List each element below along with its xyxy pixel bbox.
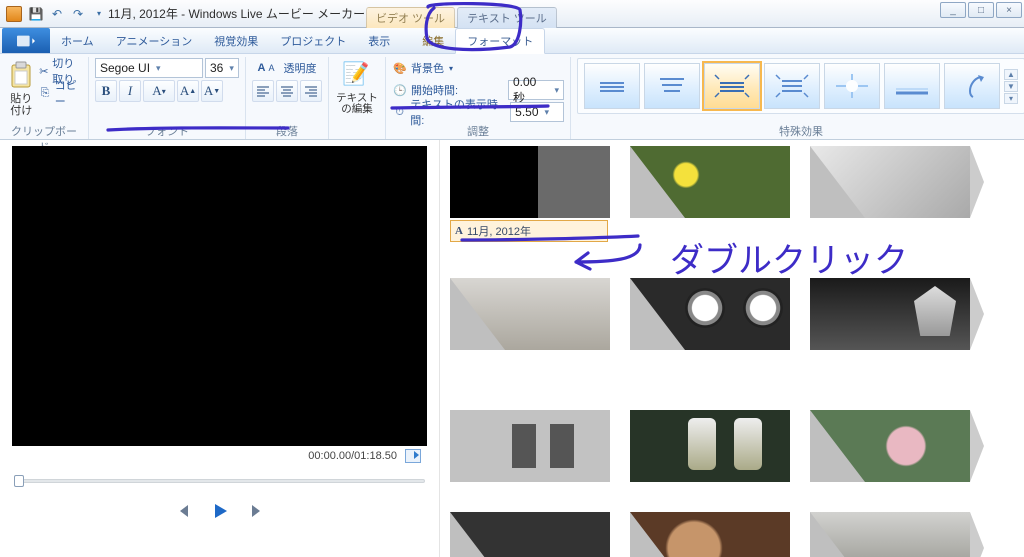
tab-visual[interactable]: 視覚効果 <box>203 28 269 53</box>
clip-7[interactable] <box>630 410 790 482</box>
maximize-button[interactable]: □ <box>968 2 994 18</box>
font-size-combo[interactable]: 36▾ <box>205 58 239 78</box>
contextual-tab-video-tools[interactable]: ビデオ ツール <box>366 7 455 28</box>
tab-home[interactable]: ホーム <box>50 28 105 53</box>
clip-5[interactable] <box>810 278 970 350</box>
preview-pane: 00:00.00/01:18.50 <box>0 140 440 557</box>
group-font: Segoe UI▾ 36▾ B I A▾ A▲ A▼ フォント <box>89 57 246 139</box>
gallery-scroll[interactable]: ▲▼▾ <box>1004 69 1018 104</box>
clip-4[interactable] <box>630 278 790 350</box>
file-tab[interactable] <box>2 28 50 53</box>
ribbon: 貼り 付け ✂切り取り ⎘コピー クリップボード Segoe UI▾ 36▾ B… <box>0 54 1024 140</box>
group-label-effects: 特殊効果 <box>577 123 1024 139</box>
scissors-icon: ✂ <box>38 63 49 79</box>
grow-font-button[interactable]: A▲ <box>177 80 199 102</box>
font-name-combo[interactable]: Segoe UI▾ <box>95 58 203 78</box>
video-preview[interactable] <box>12 146 427 446</box>
prev-frame-button[interactable] <box>168 500 196 522</box>
tab-view[interactable]: 表示 <box>357 28 401 53</box>
paste-label: 貼り 付け <box>10 93 32 117</box>
tab-format[interactable]: フォーマット <box>455 28 545 54</box>
seek-bar[interactable] <box>14 472 425 490</box>
title-text-bar[interactable]: A 11月, 2012年 <box>450 220 608 242</box>
start-time-field[interactable]: 0.00 秒▾ <box>508 80 564 100</box>
title-clip[interactable]: A 11月, 2012年 <box>450 146 610 218</box>
minimize-button[interactable]: _ <box>940 2 966 18</box>
redo-icon[interactable]: ↷ <box>70 6 86 22</box>
title-bar: 💾 ↶ ↷ ▾ 11月, 2012年 - Windows Live ムービー メ… <box>0 0 1024 28</box>
align-center-button[interactable] <box>276 80 298 102</box>
group-adjust: 🎨背景色▾ 🕒開始時間: 0.00 秒▾ ⏱テキストの表示時間: 5.50▾ 調… <box>386 57 571 139</box>
align-left-button[interactable] <box>252 80 274 102</box>
clip-2[interactable] <box>810 146 970 218</box>
clip-9[interactable] <box>450 512 610 557</box>
tab-animation[interactable]: アニメーション <box>105 28 204 53</box>
copy-icon: ⎘ <box>38 85 51 101</box>
workspace: 00:00.00/01:18.50 A 11月, 2012年 <box>0 140 1024 557</box>
group-edit-text: 📝 テキスト の編集 <box>329 57 386 139</box>
clip-10[interactable] <box>630 512 790 557</box>
effect-item-5[interactable] <box>824 63 880 109</box>
storyboard-pane[interactable]: A 11月, 2012年 <box>440 140 1024 557</box>
undo-icon[interactable]: ↶ <box>49 6 65 22</box>
transparency-button[interactable]: AA 透明度 <box>257 58 316 78</box>
effect-item-6[interactable] <box>884 63 940 109</box>
group-effects: ▲▼▾ 特殊効果 <box>571 57 1024 139</box>
shrink-font-button[interactable]: A▼ <box>201 80 223 102</box>
paint-icon: 🎨 <box>392 60 408 76</box>
bold-button[interactable]: B <box>95 80 117 102</box>
clip-11[interactable] <box>810 512 970 557</box>
align-right-button[interactable] <box>300 80 322 102</box>
play-button[interactable] <box>206 500 234 522</box>
edit-text-button[interactable]: 📝 テキスト の編集 <box>335 58 379 115</box>
group-label-paragraph: 段落 <box>252 123 322 139</box>
copy-button[interactable]: ⎘コピー <box>38 83 82 103</box>
clip-1[interactable] <box>630 146 790 218</box>
gallery-more-icon[interactable]: ▾ <box>1004 93 1018 104</box>
fullscreen-button[interactable] <box>405 449 421 463</box>
group-label-adjust: 調整 <box>392 123 564 139</box>
next-frame-button[interactable] <box>244 500 272 522</box>
clip-8[interactable] <box>810 410 970 482</box>
group-label-font: フォント <box>95 123 239 139</box>
effect-item-4[interactable] <box>764 63 820 109</box>
text-indicator-icon: A <box>455 225 463 237</box>
effect-item-3[interactable] <box>704 63 760 109</box>
qat-dropdown-icon[interactable]: ▾ <box>91 6 107 22</box>
timer-icon: ⏱ <box>392 104 407 120</box>
group-paragraph: AA 透明度 段落 <box>246 57 329 139</box>
clipboard-icon <box>6 61 36 91</box>
paste-button[interactable]: 貼り 付け <box>6 58 36 117</box>
group-clipboard: 貼り 付け ✂切り取り ⎘コピー クリップボード <box>0 57 89 139</box>
effect-item-7[interactable] <box>944 63 1000 109</box>
duration-field[interactable]: 5.50▾ <box>510 102 564 122</box>
tab-edit[interactable]: 編集 <box>411 28 455 53</box>
contextual-tab-text-tools[interactable]: テキスト ツール <box>457 7 557 28</box>
group-label-clipboard: クリップボード <box>6 123 82 139</box>
time-display: 00:00.00/01:18.50 <box>308 450 397 462</box>
app-icon <box>6 6 22 22</box>
effect-item-1[interactable] <box>584 63 640 109</box>
bgcolor-button[interactable]: 🎨背景色▾ <box>392 58 453 78</box>
gallery-up-icon[interactable]: ▲ <box>1004 69 1018 80</box>
effects-gallery[interactable]: ▲▼▾ <box>577 58 1024 114</box>
edit-text-icon: 📝 <box>342 61 372 91</box>
close-button[interactable]: × <box>996 2 1022 18</box>
effect-item-2[interactable] <box>644 63 700 109</box>
quick-access-toolbar: 💾 ↶ ↷ ▾ <box>28 6 107 22</box>
italic-button[interactable]: I <box>119 80 141 102</box>
clip-3[interactable] <box>450 278 610 350</box>
clock-icon: 🕒 <box>392 82 408 98</box>
gallery-down-icon[interactable]: ▼ <box>1004 81 1018 92</box>
tab-strip: ホーム アニメーション 視覚効果 プロジェクト 表示 編集 フォーマット <box>0 28 1024 54</box>
tab-project[interactable]: プロジェクト <box>269 28 357 53</box>
clip-6[interactable] <box>450 410 610 482</box>
font-color-button[interactable]: A▾ <box>143 80 175 102</box>
window-title: 11月, 2012年 - Windows Live ムービー メーカー <box>108 5 365 22</box>
save-icon[interactable]: 💾 <box>28 6 44 22</box>
